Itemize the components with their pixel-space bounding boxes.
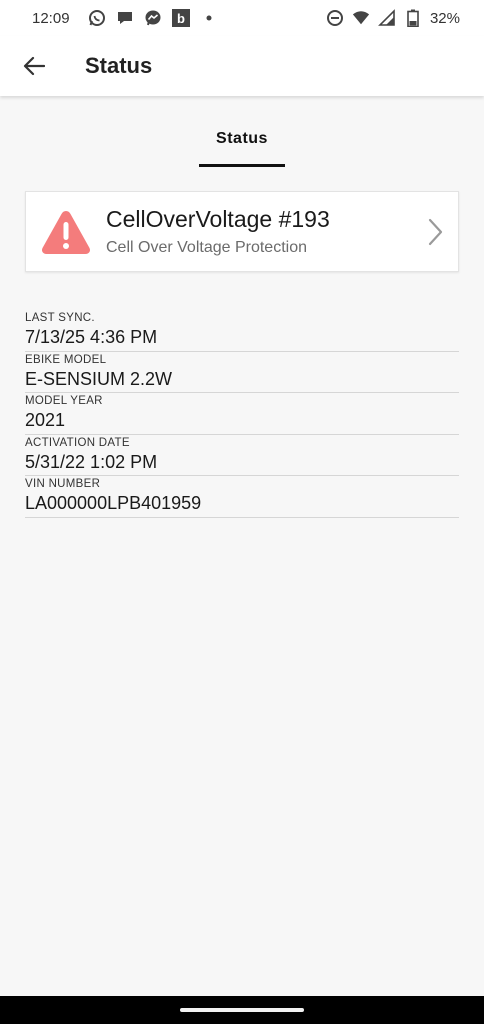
info-label: EBIKE MODEL <box>25 353 107 366</box>
page-title: Status <box>85 53 153 78</box>
svg-text:b: b <box>177 11 185 26</box>
ebike-info-list: LAST SYNC. 7/13/25 4:36 PM EBIKE MODEL E… <box>25 310 459 518</box>
tab-status[interactable]: Status <box>199 130 285 167</box>
arrow-left-icon <box>23 56 45 76</box>
notification-dot-icon <box>200 9 218 27</box>
wifi-icon <box>352 9 370 27</box>
info-value: 7/13/25 4:36 PM <box>25 327 158 347</box>
info-row-vin-number: VIN NUMBER LA000000LPB401959 <box>25 476 459 518</box>
home-gesture-handle[interactable] <box>180 1008 304 1012</box>
info-row-last-sync: LAST SYNC. 7/13/25 4:36 PM <box>25 310 459 352</box>
dnd-icon <box>326 9 344 27</box>
battery-icon <box>404 9 422 27</box>
alert-subtitle: Cell Over Voltage Protection <box>106 239 307 256</box>
info-value: 5/31/22 1:02 PM <box>25 451 158 472</box>
tab-bar: Status <box>0 130 484 167</box>
battery-percentage: 32% <box>429 9 460 27</box>
info-label: LAST SYNC. <box>25 312 95 324</box>
info-label: MODEL YEAR <box>25 395 103 407</box>
alert-title: CellOverVoltage #193 <box>106 206 330 232</box>
warning-triangle-icon <box>41 210 91 254</box>
info-label: ACTIVATION DATE <box>25 436 130 449</box>
alert-card[interactable]: CellOverVoltage #193 Cell Over Voltage P… <box>25 191 459 272</box>
back-button[interactable] <box>4 36 64 96</box>
system-status-bar: 12:09 b 32% <box>0 0 484 36</box>
b-app-icon: b <box>171 9 190 27</box>
info-value: LA000000LPB401959 <box>25 493 202 513</box>
info-row-ebike-model: EBIKE MODEL E-SENSIUM 2.2W <box>25 352 459 393</box>
chat-icon <box>116 9 134 27</box>
info-label: VIN NUMBER <box>25 478 101 490</box>
messenger-icon <box>144 9 162 27</box>
whatsapp-icon <box>88 9 106 27</box>
system-navigation-bar <box>0 996 484 1024</box>
info-value: E-SENSIUM 2.2W <box>25 368 173 389</box>
app-bar: Status <box>0 36 484 96</box>
signal-icon <box>378 9 396 27</box>
clock: 12:09 <box>32 9 70 27</box>
chevron-right-icon <box>428 218 443 245</box>
info-row-model-year: MODEL YEAR 2021 <box>25 393 459 435</box>
info-row-activation-date: ACTIVATION DATE 5/31/22 1:02 PM <box>25 435 459 476</box>
info-value: 2021 <box>25 410 66 430</box>
